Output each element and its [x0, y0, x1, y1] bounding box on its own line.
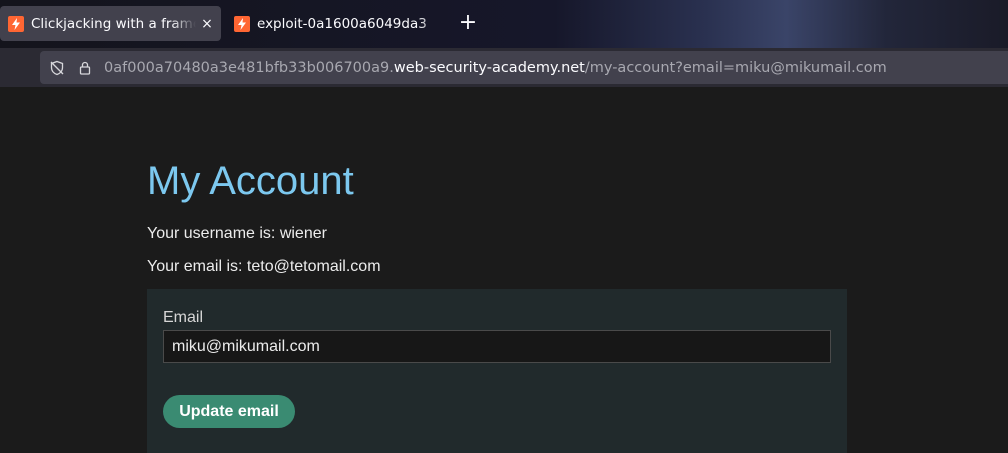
tab-exploit[interactable]: exploit-0a1600a6049da3 [226, 6, 446, 41]
email-text: Your email is: teto@tetomail.com [147, 258, 381, 275]
tab-strip: Clickjacking with a frame × exploit-0a16… [0, 0, 1008, 48]
url-text[interactable]: 0af000a70480a3e481bfb33b006700a9.web-sec… [104, 60, 887, 76]
tracking-protection-icon[interactable] [49, 60, 65, 76]
email-label: Email [163, 309, 204, 326]
tab-title: Clickjacking with a frame [31, 15, 196, 32]
email-field[interactable] [163, 330, 831, 363]
url-prefix: 0af000a70480a3e481bfb33b006700a9. [104, 59, 394, 76]
update-email-button[interactable]: Update email [163, 395, 295, 428]
lock-icon[interactable] [77, 60, 93, 76]
close-icon[interactable]: × [199, 16, 215, 32]
url-path: /my-account?email=miku@mikumail.com [584, 59, 887, 76]
page-title: My Account [147, 159, 354, 203]
url-host: web-security-academy.net [393, 59, 585, 76]
change-email-form: Email Update email [147, 289, 847, 453]
tab-title: exploit-0a1600a6049da3 [257, 15, 427, 32]
navigation-toolbar: 0af000a70480a3e481bfb33b006700a9.web-sec… [0, 48, 1008, 87]
new-tab-button[interactable]: + [455, 10, 481, 36]
url-bar[interactable]: 0af000a70480a3e481bfb33b006700a9.web-sec… [40, 51, 1008, 84]
bolt-icon [8, 15, 24, 32]
username-text: Your username is: wiener [147, 225, 327, 242]
bolt-icon [234, 15, 250, 32]
tab-clickjacking[interactable]: Clickjacking with a frame × [0, 6, 221, 41]
page-content: My Account Your username is: wiener Your… [0, 87, 1008, 453]
